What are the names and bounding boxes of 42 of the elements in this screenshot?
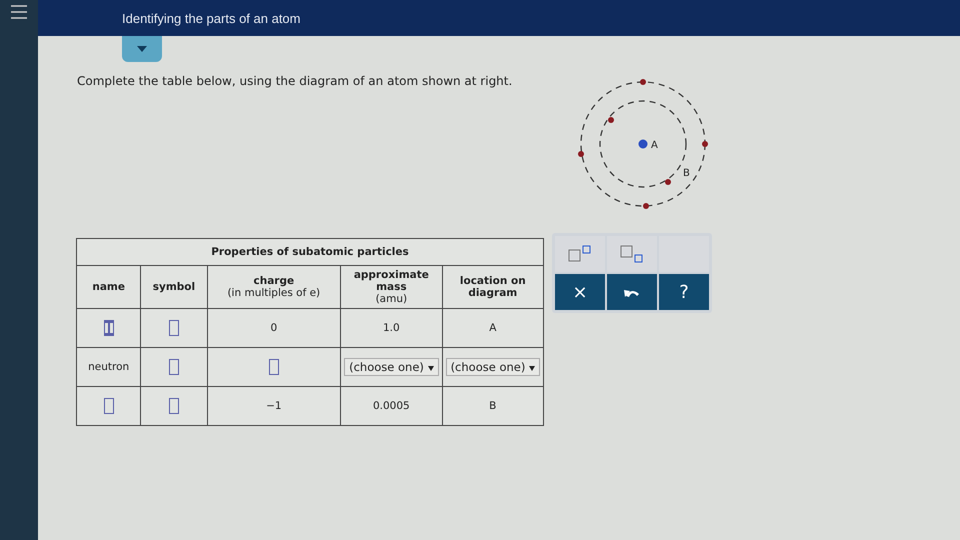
- column-header: symbol: [140, 266, 208, 308]
- caret-icon: [529, 366, 535, 371]
- caret-icon: [137, 46, 147, 52]
- column-header: approximate mass (amu): [340, 266, 442, 308]
- table-cell: −1: [207, 386, 341, 426]
- page-title: Identifying the parts of an atom: [122, 10, 300, 26]
- superscript-icon: [567, 244, 593, 264]
- table-cell: neutron: [76, 348, 141, 386]
- caret-icon: [428, 366, 434, 371]
- electron-icon: [643, 203, 649, 209]
- table-cell: B: [442, 386, 544, 426]
- choice-dropdown[interactable]: (choose one): [446, 358, 540, 376]
- answer-box[interactable]: [168, 398, 179, 414]
- electron-icon: [702, 141, 708, 147]
- undo-button[interactable]: [607, 274, 657, 310]
- electron-icon: [578, 151, 584, 157]
- instruction-text: Complete the table below, using the diagram of an atom shown at right.: [77, 74, 512, 88]
- electron-icon: [640, 79, 646, 85]
- nucleus-icon: [638, 140, 648, 148]
- clear-button[interactable]: ×: [555, 274, 605, 310]
- column-header: charge (in multiples of e): [207, 266, 341, 308]
- nucleus-label: A: [651, 140, 658, 151]
- table-cell: 1.0: [340, 308, 442, 348]
- electron-icon: [665, 179, 671, 185]
- answer-box[interactable]: [168, 359, 179, 375]
- table-cell: A: [442, 308, 544, 348]
- menu-icon[interactable]: [10, 4, 28, 20]
- choice-dropdown[interactable]: (choose one): [344, 358, 439, 376]
- expand-tab[interactable]: [122, 36, 162, 62]
- answer-box[interactable]: [104, 320, 114, 336]
- help-button[interactable]: ?: [659, 274, 709, 310]
- table-caption: Properties of subatomic particles: [76, 238, 544, 266]
- table-cell: 0.0005: [340, 386, 442, 426]
- answer-box[interactable]: [268, 359, 279, 375]
- answer-box[interactable]: [168, 320, 179, 336]
- column-header: name: [76, 266, 141, 308]
- orbit-label: B: [683, 168, 690, 179]
- table-cell: 0: [207, 308, 341, 348]
- column-header: location on diagram: [442, 266, 544, 308]
- answer-box[interactable]: [104, 398, 114, 414]
- electron-icon: [608, 117, 614, 123]
- subscript-icon: [619, 244, 645, 264]
